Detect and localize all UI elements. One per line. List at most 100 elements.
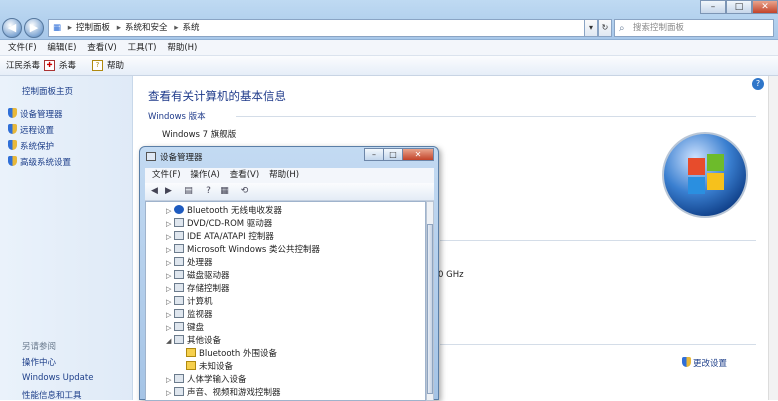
view-icon[interactable]: ▦ [219, 186, 230, 197]
controller-icon [174, 244, 184, 253]
expand-arrow-icon[interactable]: ▷ [166, 220, 174, 228]
section-divider [236, 116, 756, 117]
expand-arrow-icon[interactable]: ▷ [166, 324, 174, 332]
device-tree-row[interactable]: ▷ 存储控制器 [166, 282, 230, 294]
sidebar-home-link[interactable]: 控制面板主页 [22, 85, 73, 97]
windows-edition-value: Windows 7 旗舰版 [162, 130, 237, 140]
device-tree-label: 其他设备 [187, 336, 222, 346]
shield-icon [8, 156, 17, 166]
breadcrumb-item[interactable]: 系统和安全 [125, 23, 168, 33]
section-divider [440, 344, 756, 345]
breadcrumb-item[interactable]: 控制面板 [76, 23, 110, 33]
device-tree-row[interactable]: ▷ 键盘 [166, 321, 204, 333]
disk-drive-icon [174, 270, 184, 279]
device-tree-row[interactable]: ◢ 其他设备 [166, 334, 221, 346]
ide-controller-icon [174, 231, 184, 240]
dm-minimize-button[interactable]: – [364, 148, 384, 161]
device-tree-row[interactable]: ▷ Bluetooth 无线电收发器 [166, 204, 282, 216]
section-windows-edition: Windows 版本 [148, 112, 206, 122]
help-icon[interactable]: ? [752, 78, 764, 90]
address-bar[interactable]: ▦ ▸ 控制面板 ▸ 系统和安全 ▸ 系统 [48, 19, 598, 37]
back-arrow-icon[interactable]: ◀ [149, 186, 160, 197]
expand-arrow-icon[interactable]: ▷ [166, 207, 174, 215]
shield-icon [682, 357, 691, 367]
menu-help[interactable]: 帮助(H) [167, 40, 197, 56]
dm-maximize-button[interactable]: □ [383, 148, 403, 161]
dm-menu-view[interactable]: 查看(V) [230, 168, 259, 183]
sidebar-item-device-manager[interactable]: 设备管理器 [8, 108, 63, 120]
sidebar-performance[interactable]: 性能信息和工具 [22, 389, 82, 401]
device-tree-row[interactable]: ▷ 磁盘驱动器 [166, 269, 230, 281]
page-title: 查看有关计算机的基本信息 [148, 89, 286, 103]
change-settings-link[interactable]: 更改设置 [682, 357, 727, 369]
expand-arrow-icon[interactable]: ▷ [166, 272, 174, 280]
device-tree-label: 人体学输入设备 [187, 375, 247, 385]
device-tree-row[interactable]: ▷ 处理器 [166, 256, 213, 268]
device-tree-row[interactable]: ▷ DVD/CD-ROM 驱动器 [166, 217, 272, 229]
expand-arrow-icon[interactable]: ▷ [166, 285, 174, 293]
scrollbar-thumb[interactable] [427, 224, 433, 394]
dm-menu-action[interactable]: 操作(A) [190, 168, 219, 183]
maximize-button[interactable]: □ [726, 0, 752, 14]
sidebar-item-remote[interactable]: 远程设置 [8, 124, 54, 136]
menu-view[interactable]: 查看(V) [87, 40, 116, 56]
device-tree-row[interactable]: ▷ Microsoft Windows 类公共控制器 [166, 243, 320, 255]
toolbar-help-button[interactable]: ? 帮助 [92, 56, 124, 76]
dm-close-button[interactable]: ✕ [402, 148, 434, 161]
device-tree-row[interactable]: Bluetooth 外围设备 [178, 347, 277, 359]
device-tree-label: 键盘 [187, 323, 205, 333]
device-tree-row[interactable]: 未知设备 [178, 360, 233, 372]
toolbar-antivirus[interactable]: 江民杀毒 [6, 56, 40, 76]
device-manager-title: 设备管理器 [160, 153, 203, 163]
toolbar: 江民杀毒 ✚ 杀毒 ? 帮助 [0, 56, 778, 76]
expand-arrow-icon[interactable]: ▷ [166, 298, 174, 306]
menu-file[interactable]: 文件(F) [8, 40, 37, 56]
help-icon[interactable]: ? [203, 186, 214, 197]
menu-tools[interactable]: 工具(T) [128, 40, 157, 56]
device-tree-label: 存储控制器 [187, 284, 230, 294]
see-also-header: 另请参阅 [22, 342, 57, 352]
device-tree-row[interactable]: ▷ 声音、视频和游戏控制器 [166, 386, 281, 398]
sidebar-item-protection[interactable]: 系统保护 [8, 140, 54, 152]
expand-arrow-icon[interactable]: ▷ [166, 389, 174, 397]
back-button[interactable]: ◀ [2, 18, 22, 38]
refresh-button[interactable]: ↻ [598, 19, 612, 37]
toolbar-scan-button[interactable]: ✚ 杀毒 [44, 56, 76, 76]
storage-controller-icon [174, 283, 184, 292]
expand-arrow-icon[interactable]: ▷ [166, 311, 174, 319]
search-input[interactable]: ⌕ 搜索控制面板 [614, 19, 774, 37]
scan-hardware-icon[interactable]: ⟲ [239, 186, 250, 197]
sidebar-item-advanced[interactable]: 高级系统设置 [8, 156, 71, 168]
expand-arrow-icon[interactable]: ▷ [166, 233, 174, 241]
device-tree-row[interactable]: ▷ 计算机 [166, 295, 213, 307]
minimize-button[interactable]: – [700, 0, 726, 14]
expand-arrow-icon[interactable]: ▷ [166, 259, 174, 267]
dm-menu-file[interactable]: 文件(F) [152, 168, 181, 183]
sidebar-action-center[interactable]: 操作中心 [22, 356, 56, 368]
expand-arrow-icon[interactable]: ▷ [166, 246, 174, 254]
forward-arrow-icon[interactable]: ▶ [163, 186, 174, 197]
shield-icon [8, 124, 17, 134]
device-tree-label: 声音、视频和游戏控制器 [187, 388, 281, 398]
device-tree-row[interactable]: ▷ 人体学输入设备 [166, 373, 247, 385]
warning-device-icon [186, 361, 196, 370]
device-tree-scrollbar[interactable] [426, 201, 434, 401]
address-dropdown-button[interactable]: ▾ [584, 19, 598, 37]
menu-edit[interactable]: 编辑(E) [47, 40, 76, 56]
close-button[interactable]: ✕ [752, 0, 778, 14]
main-scrollbar[interactable] [768, 76, 778, 400]
breadcrumb-item[interactable]: 系统 [183, 23, 200, 33]
menu-bar: 文件(F) 编辑(E) 查看(V) 工具(T) 帮助(H) [0, 40, 778, 56]
expand-arrow-icon[interactable]: ◢ [166, 337, 174, 345]
sidebar-windows-update[interactable]: Windows Update [22, 373, 93, 383]
properties-icon[interactable]: ▤ [183, 186, 194, 197]
forward-button[interactable]: ▶ [24, 18, 44, 38]
device-tree-row[interactable]: ▷ IDE ATA/ATAPI 控制器 [166, 230, 274, 242]
device-tree-row[interactable]: ▷ 监视器 [166, 308, 213, 320]
dm-menu-help[interactable]: 帮助(H) [269, 168, 299, 183]
antivirus-icon: ✚ [44, 60, 55, 71]
hid-icon [174, 374, 184, 383]
device-tree-label: Bluetooth 外围设备 [199, 349, 277, 359]
expand-arrow-icon[interactable]: ▷ [166, 376, 174, 384]
other-devices-icon [174, 335, 184, 344]
